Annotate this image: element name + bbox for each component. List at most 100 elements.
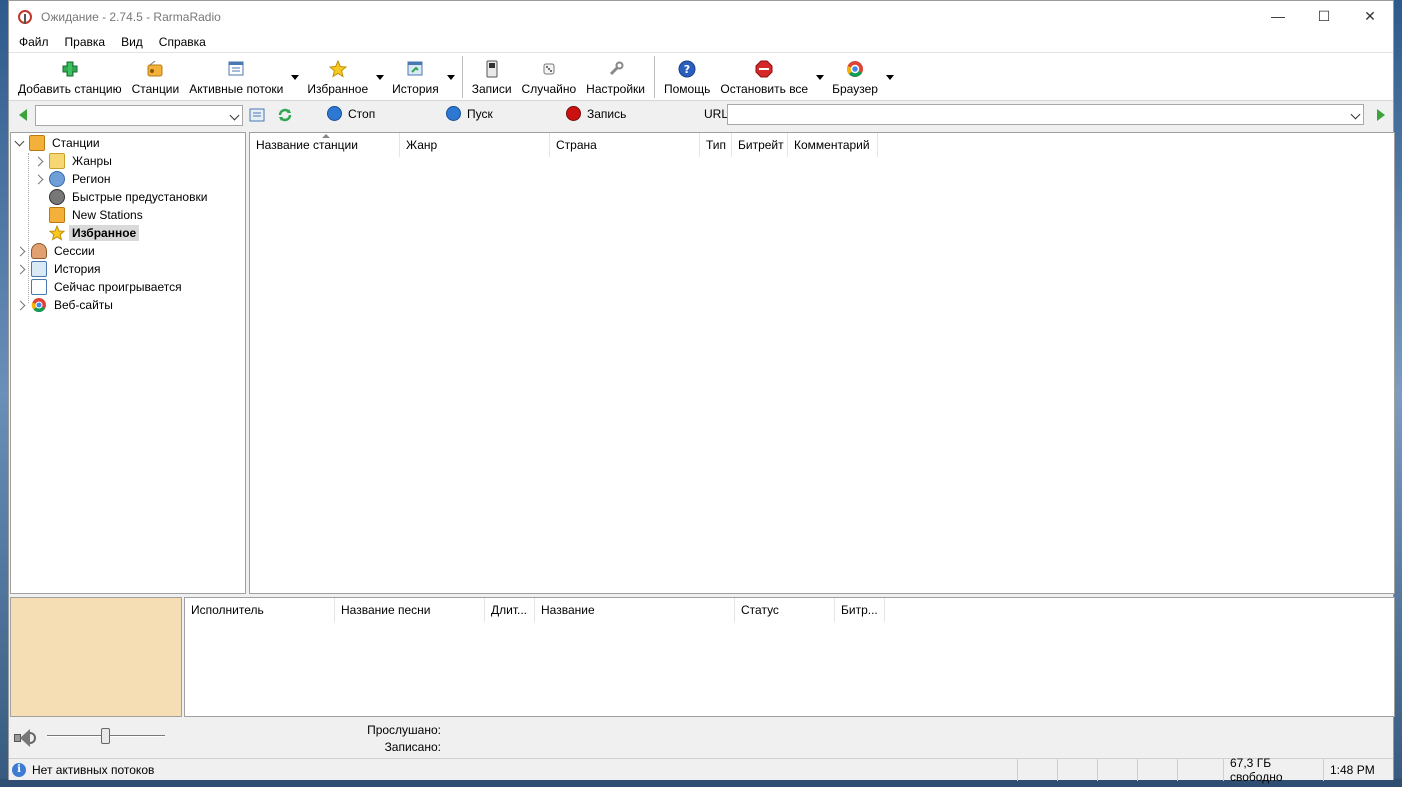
add-station-button[interactable]: Добавить станцию <box>13 54 127 100</box>
active-streams-dropdown[interactable] <box>288 54 302 100</box>
radio-folder-icon <box>146 60 164 78</box>
expand-icon[interactable] <box>17 264 27 274</box>
toolbar-separator <box>654 55 655 98</box>
expand-icon[interactable] <box>35 156 45 166</box>
record-button[interactable]: Запись <box>566 106 626 121</box>
tree-item-stations[interactable]: Станции <box>15 134 103 152</box>
svg-text:?: ? <box>684 63 690 76</box>
stations-table: Название станции Жанр Страна Тип Битрейт… <box>249 132 1395 594</box>
main-panes: Станции Жанры Регион Быстрые предустанов… <box>9 131 1395 594</box>
player-bar: Прослушано: Записано: <box>9 719 1393 757</box>
stop-sign-icon <box>755 60 773 78</box>
menu-file[interactable]: Файл <box>19 35 49 49</box>
list-window-icon <box>227 60 245 78</box>
radio-icon <box>49 207 65 223</box>
tree-guide-line <box>28 153 29 303</box>
stop-icon <box>327 106 342 121</box>
chrome-browser-icon <box>846 60 864 78</box>
menu-view[interactable]: Вид <box>121 35 143 49</box>
stations-button[interactable]: Станции <box>127 54 185 100</box>
column-header-duration[interactable]: Длит... <box>485 598 535 622</box>
list-window-icon <box>31 279 47 295</box>
info-icon: i <box>12 762 26 777</box>
tree-item-history[interactable]: История <box>17 260 104 278</box>
column-header-type[interactable]: Тип <box>700 133 732 157</box>
dropdown-arrow-icon <box>885 74 894 80</box>
play-button[interactable]: Пуск <box>446 106 493 121</box>
column-header-status[interactable]: Статус <box>735 598 835 622</box>
tree-item-now-playing[interactable]: Сейчас проигрывается <box>31 278 185 296</box>
app-window: Ожидание - 2.74.5 - RarmaRadio — ☐ ✕ Фай… <box>8 0 1395 784</box>
folder-icon <box>49 153 65 169</box>
column-header-song-title[interactable]: Название песни <box>335 598 485 622</box>
browser-button[interactable]: Браузер <box>827 54 883 100</box>
help-button[interactable]: ? Помощь <box>659 54 715 100</box>
expand-icon[interactable] <box>17 246 27 256</box>
url-label: URL <box>704 107 729 121</box>
refresh-icon[interactable] <box>277 107 293 123</box>
column-header-genre[interactable]: Жанр <box>400 133 550 157</box>
tree-item-websites[interactable]: Веб-сайты <box>17 296 116 314</box>
menu-edit[interactable]: Правка <box>65 35 106 49</box>
column-header-bitrate[interactable]: Битрейт <box>732 133 788 157</box>
chrome-browser-icon <box>31 297 47 313</box>
tree-item-region[interactable]: Регион <box>35 170 114 188</box>
url-input[interactable] <box>727 104 1364 125</box>
tree-item-genres[interactable]: Жанры <box>35 152 115 170</box>
main-toolbar: Добавить станцию Станции Активные потоки… <box>9 53 1393 101</box>
stop-all-button[interactable]: Остановить все <box>715 54 813 100</box>
maximize-button[interactable]: ☐ <box>1301 1 1347 31</box>
status-panel <box>1057 759 1097 781</box>
chevron-down-icon <box>229 110 240 120</box>
collapse-icon[interactable] <box>15 138 25 148</box>
expand-icon[interactable] <box>17 300 27 310</box>
stop-button[interactable]: Стоп <box>327 106 375 121</box>
chevron-down-icon <box>1350 109 1361 120</box>
random-button[interactable]: Случайно <box>517 54 582 100</box>
station-info-icon[interactable] <box>249 107 265 123</box>
expand-icon[interactable] <box>35 174 45 184</box>
go-arrow-icon[interactable] <box>1377 109 1385 121</box>
favorites-button[interactable]: Избранное <box>302 54 373 100</box>
tree-item-favorites[interactable]: Избранное <box>48 224 140 242</box>
radio-antenna-icon <box>17 9 33 25</box>
back-arrow-icon[interactable] <box>19 109 27 121</box>
speaker-icon[interactable] <box>14 728 36 748</box>
history-dropdown[interactable] <box>444 54 458 100</box>
close-button[interactable]: ✕ <box>1347 1 1393 31</box>
column-header-comment[interactable]: Комментарий <box>788 133 878 157</box>
clock: 1:48 PM <box>1323 759 1379 781</box>
history-button[interactable]: История <box>387 54 444 100</box>
records-button[interactable]: Записи <box>467 54 517 100</box>
stop-all-dropdown[interactable] <box>813 54 827 100</box>
globe-icon <box>49 171 65 187</box>
toolbar-separator <box>461 55 463 98</box>
browser-dropdown[interactable] <box>883 54 897 100</box>
settings-button[interactable]: Настройки <box>581 54 650 100</box>
radio-folder-icon <box>29 135 45 151</box>
column-header-country[interactable]: Страна <box>550 133 700 157</box>
status-panel <box>1097 759 1137 781</box>
volume-slider-thumb[interactable] <box>101 728 110 744</box>
navigation-tree: Станции Жанры Регион Быстрые предустанов… <box>10 132 246 594</box>
dropdown-arrow-icon <box>816 74 825 80</box>
tree-item-presets[interactable]: Быстрые предустановки <box>49 188 210 206</box>
desktop-background-right <box>1394 0 1402 787</box>
tree-item-sessions[interactable]: Сессии <box>17 242 98 260</box>
tree-item-new-stations[interactable]: New Stations <box>49 206 146 224</box>
minimize-button[interactable]: — <box>1255 1 1301 31</box>
sort-ascending-icon <box>322 134 330 138</box>
column-header-title[interactable]: Название <box>535 598 735 622</box>
status-bar: i Нет активных потоков 67,3 ГБ свободно … <box>9 756 1393 784</box>
column-header-station-name[interactable]: Название станции <box>250 133 400 157</box>
column-header-artist[interactable]: Исполнитель <box>185 598 335 622</box>
menu-help[interactable]: Справка <box>159 35 206 49</box>
column-header-track-bitrate[interactable]: Битр... <box>835 598 885 622</box>
status-message: Нет активных потоков <box>32 762 155 777</box>
favorites-dropdown[interactable] <box>373 54 387 100</box>
dropdown-arrow-icon <box>446 74 455 80</box>
menu-bar: Файл Правка Вид Справка <box>9 32 1393 53</box>
station-select[interactable] <box>35 104 243 126</box>
users-icon <box>31 243 47 259</box>
active-streams-button[interactable]: Активные потоки <box>184 54 288 100</box>
